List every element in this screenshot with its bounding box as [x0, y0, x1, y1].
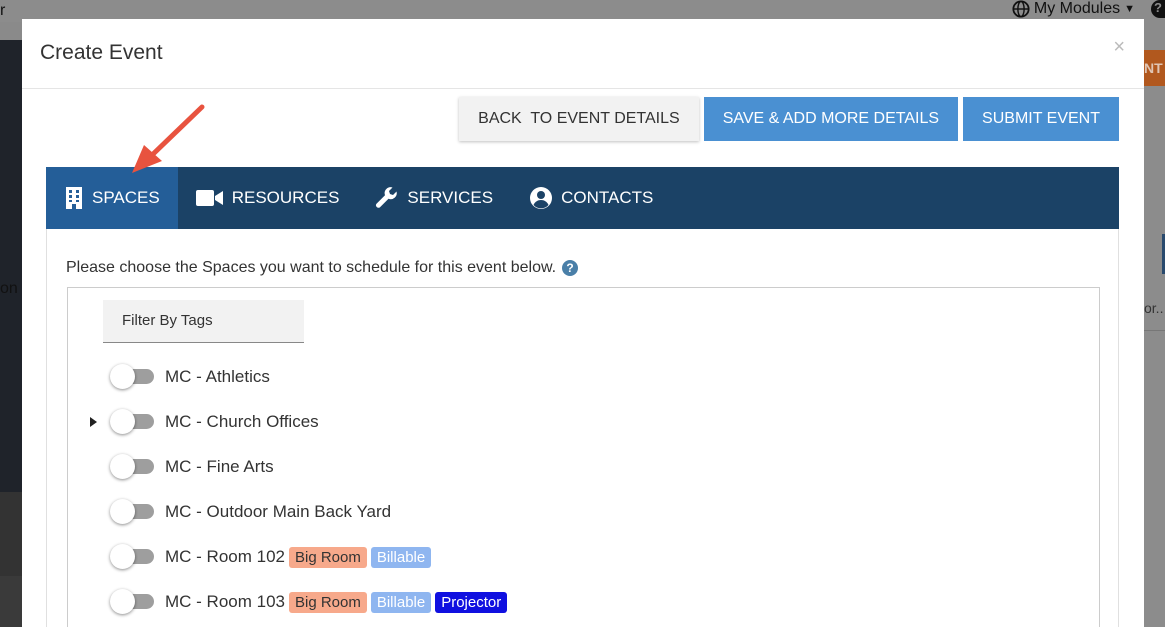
background-sidebar [0, 40, 22, 492]
close-icon[interactable]: × [1113, 36, 1125, 59]
spaces-list: Filter By Tags MC - Athletics MC - Churc… [67, 287, 1100, 627]
background-orange-button: NT [1144, 50, 1165, 86]
help-icon[interactable]: ? [1151, 0, 1165, 18]
expand-caret-icon[interactable] [90, 417, 97, 427]
background-right-text: or.. [1144, 300, 1164, 316]
back-to-event-details-button[interactable]: BACK TO EVENT DETAILS [459, 97, 699, 141]
space-toggle[interactable] [110, 497, 156, 527]
space-name: MC - Room 103 [165, 592, 285, 611]
background-right-panel [1144, 22, 1165, 627]
filter-by-tags-dropdown[interactable]: Filter By Tags [103, 300, 304, 343]
space-toggle[interactable] [110, 362, 156, 392]
chevron-down-icon: ▼ [1124, 3, 1135, 15]
instruction-label: Please choose the Spaces you want to sch… [66, 259, 557, 276]
space-name: MC - Room 102 [165, 547, 285, 566]
tag-billable: Billable [370, 591, 432, 613]
space-name: MC - Fine Arts [165, 457, 274, 476]
tab-contacts-label: CONTACTS [561, 188, 654, 207]
tag-billable: Billable [370, 546, 432, 568]
space-name: MC - Athletics [165, 367, 270, 386]
background-divider [1144, 330, 1165, 331]
space-name: MC - Church Offices [165, 412, 319, 431]
tab-spaces-label: SPACES [92, 188, 160, 207]
tab-services[interactable]: SERVICES [357, 167, 511, 229]
submit-event-button[interactable]: SUBMIT EVENT [963, 97, 1119, 141]
background-sidebar-block [0, 576, 22, 627]
space-toggle[interactable] [110, 407, 156, 437]
my-modules-label: My Modules [1033, 0, 1121, 17]
spaces-panel: Please choose the Spaces you want to sch… [46, 229, 1119, 627]
question-circle-icon[interactable]: ? [562, 260, 579, 276]
my-modules-menu[interactable]: My Modules ▼ [1012, 0, 1135, 18]
tab-contacts[interactable]: CONTACTS [511, 167, 671, 229]
tag-big-room: Big Room [288, 546, 367, 568]
background-topbar-text: r [0, 2, 6, 19]
background-sidebar-block [0, 492, 22, 576]
tag-big-room: Big Room [288, 591, 367, 613]
tab-resources-label: RESOURCES [231, 188, 340, 207]
wrench-icon [376, 187, 398, 208]
modal-title: Create Event [40, 41, 163, 64]
action-buttons: BACK TO EVENT DETAILS SAVE & ADD MORE DE… [459, 97, 1119, 141]
space-name: MC - Outdoor Main Back Yard [165, 502, 392, 521]
globe-icon [1012, 0, 1030, 18]
annotation-arrow-icon [132, 104, 205, 173]
space-toggle[interactable] [110, 587, 156, 617]
instruction-text: Please choose the Spaces you want to sch… [66, 259, 579, 277]
user-circle-icon [530, 187, 553, 209]
video-camera-icon [195, 190, 223, 206]
space-toggle[interactable] [110, 452, 156, 482]
create-event-modal: Create Event × BACK TO EVENT DETAILS SAV… [22, 19, 1144, 627]
space-toggle[interactable] [110, 542, 156, 572]
save-add-more-details-button[interactable]: SAVE & ADD MORE DETAILS [703, 97, 959, 141]
tab-services-label: SERVICES [407, 188, 494, 207]
background-left-text: on [0, 280, 18, 297]
modal-header: Create Event × [22, 19, 1144, 89]
tag-projector: Projector [435, 591, 508, 613]
building-icon [66, 187, 82, 209]
